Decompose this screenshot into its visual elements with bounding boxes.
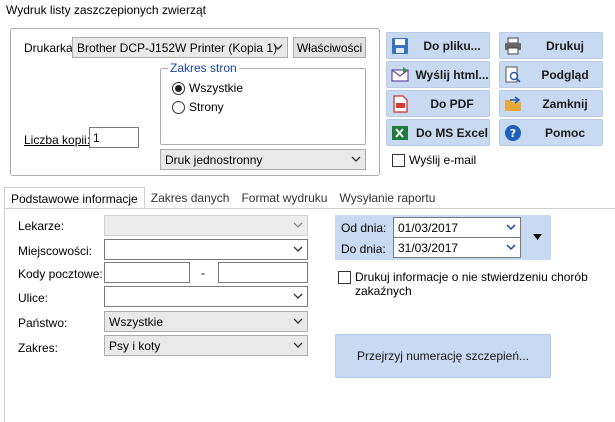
help-icon: ? — [505, 124, 521, 141]
send-email-label: Wyślij e-mail — [409, 153, 477, 167]
send-email-checkbox[interactable]: Wyślij e-mail — [392, 153, 476, 167]
streets-select[interactable] — [104, 286, 308, 307]
date-to-picker[interactable]: 31/03/2017 — [393, 237, 521, 258]
vets-select[interactable] — [104, 215, 308, 236]
to-pdf-label: Do PDF — [430, 96, 474, 111]
send-email-box — [392, 153, 405, 167]
to-pdf-button[interactable]: Do PDF — [386, 90, 490, 117]
browse-vaccinations-label: Przejrzyj numerację szczepień... — [356, 349, 530, 363]
preview-button[interactable]: Podgląd — [499, 61, 603, 88]
streets-label: Ulice: — [18, 291, 49, 305]
diseases-checkbox[interactable]: Drukuj informacje o nie stwierdzeniu cho… — [338, 270, 608, 298]
scope-select[interactable]: Psy i koty — [104, 335, 308, 356]
postal-separator: - — [201, 266, 205, 280]
radio-all-indicator — [172, 81, 185, 95]
scope-label: Zakres: — [18, 341, 59, 355]
copies-label: Liczba kopii: — [24, 133, 90, 147]
date-from-value: 01/03/2017 — [398, 221, 459, 235]
chevron-down-icon — [293, 246, 303, 252]
diseases-label: Drukuj informacje o nie stwierdzeniu cho… — [355, 270, 588, 298]
help-button[interactable]: ? Pomoc — [499, 119, 603, 146]
duplex-select[interactable]: Druk jednostronny — [160, 149, 366, 170]
magnifier-page-icon — [505, 66, 521, 83]
pdf-file-icon — [393, 94, 408, 113]
tab-send-report[interactable]: Wysyłanie raportu — [333, 187, 441, 209]
folder-exit-icon — [505, 95, 521, 111]
chevron-down-icon — [506, 244, 516, 251]
chevron-down-icon — [293, 318, 303, 324]
date-from-label: Od dnia: — [341, 221, 387, 235]
to-excel-button[interactable]: Do MS Excel — [386, 119, 490, 146]
tab-bar: Podstawowe informacje Zakres danych Form… — [4, 187, 441, 209]
towns-select[interactable] — [104, 239, 308, 260]
to-file-label: Do pliku... — [423, 38, 481, 53]
radio-pages[interactable]: Strony — [172, 100, 224, 114]
help-label: Pomoc — [544, 125, 585, 140]
printer-icon — [505, 37, 521, 54]
printer-select[interactable]: Brother DCP-J152W Printer (Kopia 1) — [72, 37, 288, 58]
tab-data-range[interactable]: Zakres danych — [145, 187, 236, 209]
print-button[interactable]: Drukuj — [499, 32, 603, 59]
close-label: Zamknij — [542, 96, 588, 111]
window-title: Wydruk listy zaszczepionych zwierząt — [6, 3, 206, 17]
date-from-picker[interactable]: 01/03/2017 — [393, 217, 521, 238]
chevron-down-icon — [351, 156, 361, 162]
chevron-down-icon — [273, 44, 283, 50]
excel-icon — [392, 125, 408, 140]
preview-label: Podgląd — [541, 67, 589, 82]
floppy-disk-icon — [392, 37, 408, 54]
chevron-down-icon — [293, 293, 303, 299]
send-html-label: Wyślij html... — [415, 67, 489, 82]
copies-label-text: Liczba kopii: — [24, 133, 91, 147]
vets-label: Lekarze: — [18, 219, 65, 233]
postal-label: Kody pocztowe: — [18, 267, 103, 281]
postal-from-input[interactable] — [104, 262, 190, 283]
send-html-button[interactable]: Wyślij html... — [386, 61, 490, 88]
postal-to-input[interactable] — [218, 262, 308, 283]
country-select[interactable]: Wszystkie — [104, 311, 308, 332]
tab-print-format[interactable]: Format wydruku — [235, 187, 333, 209]
country-label: Państwo: — [18, 316, 68, 330]
date-range-menu-button[interactable] — [524, 217, 550, 257]
date-to-value: 31/03/2017 — [398, 241, 459, 255]
tab-basic-info[interactable]: Podstawowe informacje — [4, 187, 145, 209]
close-button[interactable]: Zamknij — [499, 90, 603, 117]
browse-vaccinations-button[interactable]: Przejrzyj numerację szczepień... — [335, 334, 551, 378]
radio-all-pages[interactable]: Wszystkie — [172, 81, 243, 95]
caret-down-icon — [532, 234, 542, 240]
envelope-icon — [391, 66, 409, 82]
printer-properties-button[interactable]: Właściwości — [293, 37, 366, 58]
printer-label: Drukarka: — [24, 41, 77, 55]
radio-pages-indicator — [172, 100, 185, 114]
country-select-value: Wszystkie — [109, 315, 163, 329]
scope-select-value: Psy i koty — [109, 339, 161, 353]
radio-all-label: Wszystkie — [189, 81, 243, 95]
printer-select-value: Brother DCP-J152W Printer (Kopia 1) — [77, 41, 278, 55]
date-to-label: Do dnia: — [341, 242, 386, 256]
chevron-down-icon — [506, 224, 516, 231]
towns-label: Miejscowości: — [18, 244, 93, 258]
to-file-button[interactable]: Do pliku... — [386, 32, 490, 59]
print-label: Drukuj — [545, 38, 584, 53]
diseases-box — [338, 271, 351, 284]
page-range-title: Zakres stron — [168, 61, 239, 75]
chevron-down-icon — [293, 342, 303, 348]
duplex-select-value: Druk jednostronny — [165, 153, 263, 167]
svg-text:?: ? — [510, 127, 516, 140]
copies-input[interactable] — [89, 127, 139, 148]
chevron-down-icon — [293, 222, 303, 228]
to-excel-label: Do MS Excel — [415, 125, 489, 140]
radio-pages-label: Strony — [189, 100, 224, 114]
